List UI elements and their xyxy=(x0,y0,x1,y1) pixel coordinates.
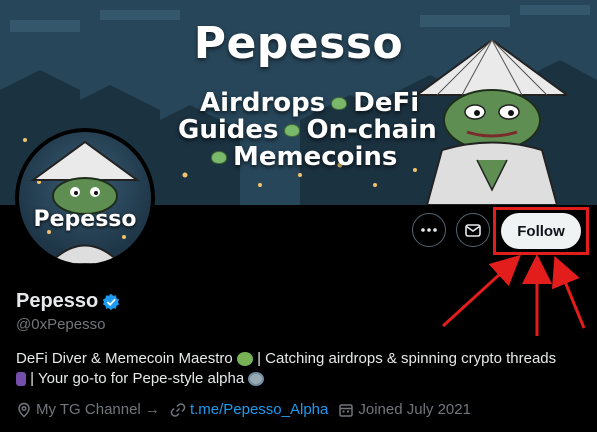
magnifier-emoji-icon xyxy=(248,372,265,387)
arrow-right xyxy=(551,255,586,329)
joined-item: Joined July 2021 xyxy=(338,401,471,418)
message-button[interactable] xyxy=(456,213,490,247)
envelope-icon xyxy=(465,224,481,237)
more-button[interactable] xyxy=(412,213,446,247)
website-link[interactable]: t.me/Pepesso_Alpha xyxy=(190,401,328,418)
display-name: Pepesso xyxy=(16,290,99,312)
more-icon xyxy=(421,228,437,232)
bio-text-1: DeFi Diver & Memecoin Maestro xyxy=(16,350,233,367)
joined-text: Joined July 2021 xyxy=(358,401,471,418)
location-pin-icon xyxy=(18,402,30,418)
frog-icon xyxy=(331,97,348,110)
website-item[interactable]: t.me/Pepesso_Alpha xyxy=(170,401,328,418)
frog-icon xyxy=(211,151,227,164)
avatar-illustration xyxy=(29,140,141,264)
banner-tagline-1: Airdrops DeFi xyxy=(200,88,419,118)
avatar-image: Pepesso xyxy=(19,132,151,264)
pepe-monk-illustration xyxy=(417,40,567,205)
bio-text-2: | Catching airdrops & spinning crypto th… xyxy=(257,350,557,367)
verified-badge-icon[interactable] xyxy=(102,293,120,311)
profile-bio: DeFi Diver & Memecoin Maestro | Catching… xyxy=(16,349,586,389)
avatar-label: Pepesso xyxy=(33,207,137,232)
profile-handle: @0xPepesso xyxy=(16,316,106,333)
banner-text-airdrops: Airdrops xyxy=(200,88,326,118)
banner-text-guides: Guides xyxy=(178,115,279,145)
profile-meta: My TG Channel → t.me/Pepesso_Alpha Joine… xyxy=(16,401,481,418)
frog-emoji-icon xyxy=(236,352,253,367)
avatar[interactable]: Pepesso xyxy=(15,128,155,268)
follow-highlight-box xyxy=(493,207,589,255)
location-item: My TG Channel → xyxy=(16,401,160,418)
frog-icon xyxy=(284,124,301,137)
location-text: My TG Channel → xyxy=(36,401,160,418)
link-icon xyxy=(170,402,186,417)
bio-text-3: | Your go-to for Pepe-style alpha xyxy=(30,370,245,387)
banner-tagline-3: Memecoins xyxy=(205,142,397,172)
banner-text-defi: DeFi xyxy=(353,88,420,118)
banner-tagline-2: Guides On-chain xyxy=(178,115,437,145)
banner-text-memecoins: Memecoins xyxy=(233,142,398,172)
arrow-left xyxy=(441,254,521,328)
calendar-icon xyxy=(339,403,354,417)
thread-spool-icon xyxy=(16,372,26,387)
profile-name: Pepesso xyxy=(16,290,120,313)
